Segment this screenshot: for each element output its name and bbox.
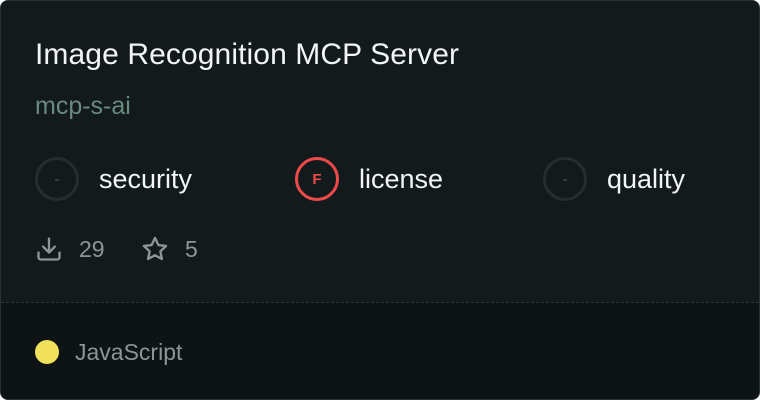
language-label: JavaScript: [75, 339, 183, 365]
license-score-badge: F: [295, 157, 339, 201]
server-card[interactable]: Image Recognition MCP Server mcp-s-ai - …: [0, 0, 760, 400]
score-license: F license: [295, 155, 443, 203]
card-title[interactable]: Image Recognition MCP Server: [35, 35, 459, 75]
score-quality: - quality: [543, 155, 685, 203]
license-label: license: [359, 163, 444, 194]
card-author[interactable]: mcp-s-ai: [35, 89, 131, 123]
download-icon: [35, 235, 63, 263]
downloads-stat: 29: [35, 233, 105, 265]
score-security: - security: [35, 155, 192, 203]
security-score-badge: -: [35, 157, 79, 201]
card-footer: JavaScript: [1, 303, 759, 399]
language-color-dot: [35, 340, 59, 364]
stars-stat: 5: [141, 233, 198, 265]
stars-count: 5: [185, 235, 198, 262]
quality-label: quality: [607, 163, 686, 194]
quality-score-badge: -: [543, 157, 587, 201]
downloads-count: 29: [79, 235, 105, 262]
star-icon: [141, 235, 169, 263]
security-label: security: [99, 163, 193, 194]
card-body: Image Recognition MCP Server mcp-s-ai - …: [1, 1, 759, 302]
